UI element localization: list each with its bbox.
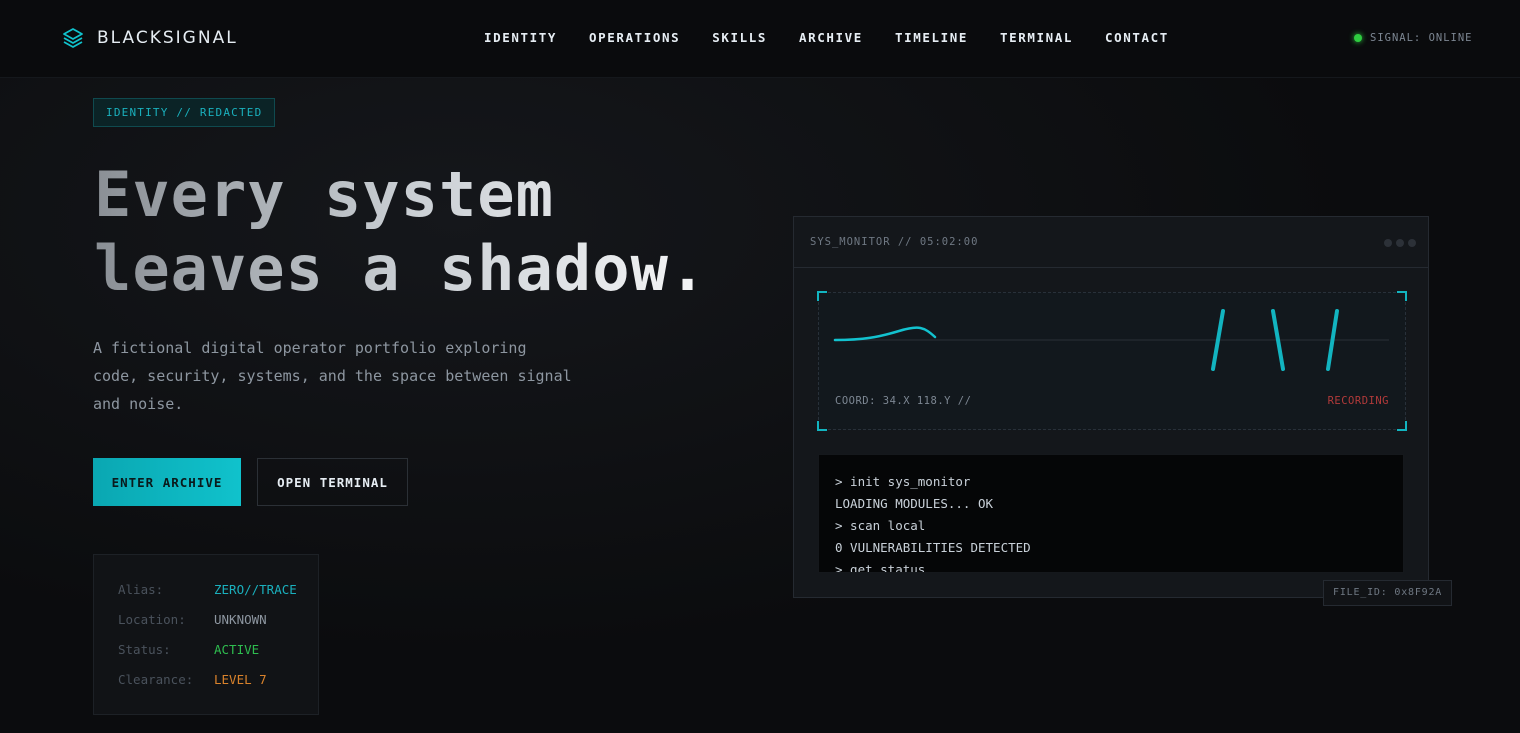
waveform-graphic xyxy=(833,309,1389,371)
identity-row-location: Location: UNKNOWN xyxy=(118,612,267,627)
identity-row-status: Status: ACTIVE xyxy=(118,642,259,657)
monitor-title: SYS_MONITOR // 05:02:00 xyxy=(810,236,979,248)
console-line: 0 VULNERABILITIES DETECTED xyxy=(835,540,1031,555)
headline-line-1: Every system xyxy=(94,158,554,231)
console-line: > scan local xyxy=(835,518,926,533)
brand-logo[interactable]: BLACKSIGNAL xyxy=(61,26,238,50)
console-line: > get status xyxy=(835,562,926,573)
nav-item-identity[interactable]: IDENTITY xyxy=(484,30,557,45)
identity-value: ZERO//TRACE xyxy=(214,582,297,597)
nav-item-timeline[interactable]: TIMELINE xyxy=(895,30,968,45)
headline-line-2: leaves a shadow. xyxy=(94,232,708,305)
site-header: BLACKSIGNAL IDENTITY OPERATIONS SKILLS A… xyxy=(0,0,1520,78)
nav-item-operations[interactable]: OPERATIONS xyxy=(589,30,680,45)
monitor-header: SYS_MONITOR // 05:02:00 xyxy=(794,217,1428,268)
identity-card: Alias: ZERO//TRACE Location: UNKNOWN Sta… xyxy=(93,554,319,715)
nav-item-contact[interactable]: CONTACT xyxy=(1105,30,1169,45)
hero-headline: Every system leaves a shadow. xyxy=(94,158,774,306)
identity-label: Location: xyxy=(118,612,186,627)
identity-value: UNKNOWN xyxy=(214,612,267,627)
recording-indicator: RECORDING xyxy=(1327,395,1389,407)
identity-label: Clearance: xyxy=(118,672,194,687)
terminal-console[interactable]: > init sys_monitor LOADING MODULES... OK… xyxy=(818,454,1404,573)
identity-row-clearance: Clearance: LEVEL 7 xyxy=(118,672,267,687)
identity-row-alias: Alias: ZERO//TRACE xyxy=(118,582,297,597)
nav-item-terminal[interactable]: TERMINAL xyxy=(1000,30,1073,45)
nav-item-archive[interactable]: ARCHIVE xyxy=(799,30,863,45)
identity-label: Status: xyxy=(118,642,171,657)
identity-value: LEVEL 7 xyxy=(214,672,267,687)
signal-status: SIGNAL: ONLINE xyxy=(1354,32,1473,44)
enter-archive-button[interactable]: ENTER ARCHIVE xyxy=(93,458,241,506)
console-line: > init sys_monitor xyxy=(835,474,971,489)
console-line: LOADING MODULES... OK xyxy=(835,496,994,511)
window-dots-icon xyxy=(1380,239,1416,247)
main-nav: IDENTITY OPERATIONS SKILLS ARCHIVE TIMEL… xyxy=(484,30,1201,45)
brand-name: BLACKSIGNAL xyxy=(97,28,238,48)
status-dot-icon xyxy=(1354,34,1362,42)
waveform-line xyxy=(833,326,937,342)
coord-readout: COORD: 34.X 118.Y // xyxy=(835,395,972,407)
layers-icon xyxy=(63,28,83,48)
signal-status-text: SIGNAL: ONLINE xyxy=(1370,32,1473,44)
file-id-badge: FILE_ID: 0x8F92A xyxy=(1323,580,1453,606)
hero-tag: IDENTITY // REDACTED xyxy=(93,98,276,127)
identity-label: Alias: xyxy=(118,582,164,597)
identity-value: ACTIVE xyxy=(214,642,260,657)
open-terminal-button[interactable]: OPEN TERMINAL xyxy=(257,458,408,506)
signal-scope: COORD: 34.X 118.Y // RECORDING xyxy=(817,291,1407,431)
sys-monitor-panel: SYS_MONITOR // 05:02:00 COORD: 34.X 118.… xyxy=(793,216,1429,598)
hero-description: A fictional digital operator portfolio e… xyxy=(93,339,572,413)
nav-item-skills[interactable]: SKILLS xyxy=(712,30,767,45)
